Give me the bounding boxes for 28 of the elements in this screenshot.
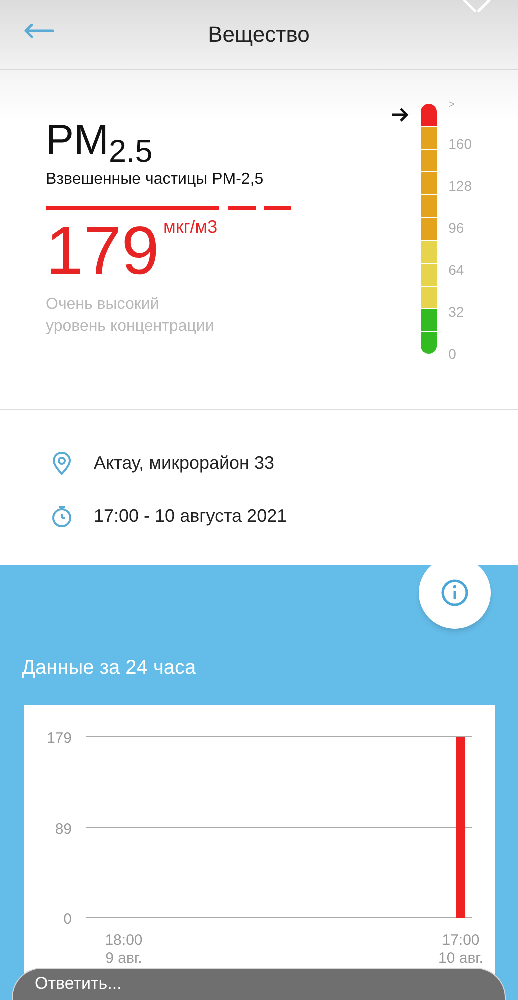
unit-label: мкг/м3 (163, 216, 218, 239)
y-axis-label: 0 (64, 911, 72, 928)
section-title: Данные за 24 часа (22, 656, 196, 681)
info-icon (441, 579, 469, 607)
x-axis-label: 17:00 10 авг. (438, 932, 484, 967)
pointer-arrow-icon (390, 108, 409, 122)
time-text: 17:00 - 10 августа 2021 (94, 505, 288, 528)
scale-label: > (448, 100, 456, 110)
scale-label: 0 (448, 346, 458, 362)
x-axis-label: 18:00 9 авг. (105, 932, 143, 967)
location-text: Актау, микрорайон 33 (94, 452, 275, 475)
stopwatch-icon (50, 504, 74, 530)
page-title: Вещество (208, 21, 310, 49)
scale-label: 128 (448, 178, 472, 194)
scale-label: 160 (448, 136, 472, 152)
scale-label: 96 (448, 220, 466, 236)
concentration-level-text: Очень высокий уровень концентрации (46, 295, 216, 337)
location-pin-icon (50, 450, 74, 476)
concentration-value: 179 (46, 216, 160, 286)
close-icon[interactable] (462, 0, 494, 14)
substance-name: Взвешенные частицы PM-2,5 (46, 170, 265, 190)
back-arrow-icon[interactable] (24, 24, 54, 38)
scale-label: 64 (448, 262, 466, 278)
reply-field[interactable]: Ответить... (12, 968, 506, 1000)
substance-symbol: PM$_{2.5}$ (46, 118, 154, 162)
y-axis-label: 89 (55, 821, 72, 838)
scale-label: 32 (448, 304, 466, 320)
y-axis-label: 179 (46, 730, 72, 747)
